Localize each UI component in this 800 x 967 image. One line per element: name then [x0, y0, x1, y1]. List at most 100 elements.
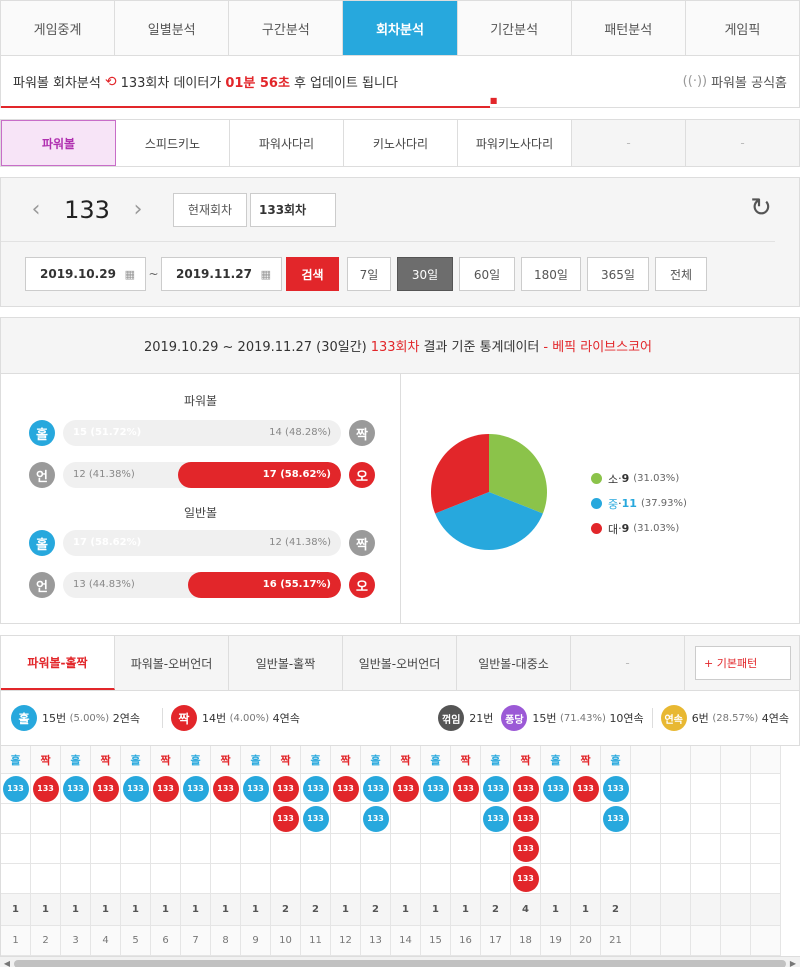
- round-input[interactable]: 133회차: [250, 192, 336, 227]
- grid-cell: [661, 774, 691, 804]
- result-ball: 133: [452, 775, 479, 802]
- game-tab-0[interactable]: 파워볼: [1, 120, 116, 166]
- column-type: 홀: [370, 753, 381, 767]
- right-ratio-label: 14 (48.28%): [269, 427, 331, 438]
- grid-cell: [61, 834, 91, 864]
- grid-cell: 133: [271, 804, 301, 834]
- result-ball: 133: [362, 775, 389, 802]
- column-type: 짝: [40, 753, 51, 767]
- grid-index-cell: 11: [301, 926, 331, 956]
- legend-count: 9: [621, 472, 630, 485]
- grid-count-cell: 2: [271, 894, 301, 926]
- even-streak: 4연속: [272, 712, 300, 725]
- legend-pct: (37.93%): [640, 498, 687, 509]
- column-count: 2: [372, 904, 379, 915]
- grid-count-cell: 1: [121, 894, 151, 926]
- game-tab-4[interactable]: 파워키노사다리: [458, 120, 572, 166]
- scroll-right-icon[interactable]: ▶: [786, 957, 800, 967]
- grid-cell: [151, 834, 181, 864]
- game-tab-5[interactable]: -: [572, 120, 686, 166]
- game-tab-3[interactable]: 키노사다리: [344, 120, 458, 166]
- game-tab-1[interactable]: 스피드키노: [116, 120, 230, 166]
- grid-cell: [571, 804, 601, 834]
- game-tab-6[interactable]: -: [686, 120, 799, 166]
- grid-header-cell: [691, 746, 721, 774]
- current-round-button[interactable]: 현재회차: [173, 192, 247, 227]
- basic-pattern-button[interactable]: + 기본패턴: [695, 646, 791, 680]
- grid-count-cell: 1: [31, 894, 61, 926]
- pattern-tab-2[interactable]: 일반볼-홀짝: [229, 636, 343, 690]
- grid-cell: [661, 864, 691, 894]
- period-button-4[interactable]: 365일: [587, 257, 649, 291]
- column-type: 홀: [610, 753, 621, 767]
- grid-header-cell: 짝: [211, 746, 241, 774]
- scrollbar-thumb[interactable]: [14, 960, 786, 967]
- result-ball: 133: [482, 775, 509, 802]
- grid-cell: [361, 864, 391, 894]
- grid-cell: [1, 804, 31, 834]
- start-date-input[interactable]: 2019.10.29 ▦: [25, 257, 146, 291]
- tab-6[interactable]: 게임픽: [686, 1, 799, 55]
- ratio-bar: 13 (44.83%) 16 (55.17%): [63, 572, 341, 598]
- period-button-0[interactable]: 7일: [347, 257, 391, 291]
- grid-cell: [121, 804, 151, 834]
- grid-index-cell: 1: [1, 926, 31, 956]
- pattern-tab-3[interactable]: 일반볼-오버언더: [343, 636, 457, 690]
- grid-cell: [481, 834, 511, 864]
- pattern-tab-4[interactable]: 일반볼-대중소: [457, 636, 571, 690]
- tab-2[interactable]: 구간분석: [229, 1, 344, 55]
- official-home-link[interactable]: ((·)) 파워볼 공식홈: [683, 72, 787, 91]
- grid-cell: [631, 804, 661, 834]
- tab-0[interactable]: 게임중계: [1, 1, 116, 55]
- end-date-input[interactable]: 2019.11.27 ▦: [161, 257, 282, 291]
- pattern-tab-1[interactable]: 파워볼-오버언더: [115, 636, 229, 690]
- even-pct: (4.00%): [229, 712, 270, 724]
- grid-cell: [691, 774, 721, 804]
- notice-mid: 데이터가: [173, 76, 222, 91]
- tab-1[interactable]: 일별분석: [115, 1, 230, 55]
- refresh-icon[interactable]: ↻: [747, 194, 775, 222]
- horizontal-scrollbar[interactable]: ◀ ▶: [0, 956, 800, 967]
- grid-index-cell: 7: [181, 926, 211, 956]
- grid-index-cell: 13: [361, 926, 391, 956]
- grid-cell: [541, 804, 571, 834]
- grid-cell: 133: [241, 774, 271, 804]
- next-round-button[interactable]: ›: [127, 197, 149, 222]
- grid-index-cell: 21: [601, 926, 631, 956]
- grid-cell: 133: [361, 774, 391, 804]
- progress-marker-icon: ■: [489, 96, 498, 105]
- game-tab-2[interactable]: 파워사다리: [230, 120, 344, 166]
- tab-4[interactable]: 기간분석: [458, 1, 572, 55]
- period-button-5[interactable]: 전체: [655, 257, 707, 291]
- search-button[interactable]: 검색: [286, 257, 339, 291]
- tab-3[interactable]: 회차분석: [343, 1, 458, 55]
- pattern-tab-0[interactable]: 파워볼-홀짝: [1, 636, 115, 690]
- grid-cell: 133: [421, 774, 451, 804]
- pattern-tab-5[interactable]: -: [571, 636, 685, 690]
- grid-cell: [571, 864, 601, 894]
- column-type: 홀: [10, 753, 21, 767]
- column-type: 짝: [280, 753, 291, 767]
- break-icon: 꺾임: [438, 705, 465, 731]
- notice-time: 01분 56초: [225, 76, 290, 91]
- grid-count-cell: 1: [211, 894, 241, 926]
- grid-index-cell: 8: [211, 926, 241, 956]
- period-button-2[interactable]: 60일: [459, 257, 515, 291]
- grid-count-cell: [751, 894, 781, 926]
- grid-header-cell: [631, 746, 661, 774]
- grid-index-cell: [631, 926, 661, 956]
- grid-cell: [451, 804, 481, 834]
- period-button-1[interactable]: 30일: [397, 257, 453, 291]
- grid-cell: 133: [91, 774, 121, 804]
- grid-cell: [121, 834, 151, 864]
- period-button-3[interactable]: 180일: [521, 257, 581, 291]
- column-count: 1: [102, 904, 109, 915]
- legend-label: 중: [608, 497, 619, 511]
- scroll-left-icon[interactable]: ◀: [0, 957, 14, 967]
- column-count: 1: [72, 904, 79, 915]
- prev-round-button[interactable]: ‹: [25, 197, 47, 222]
- grid-cell: [121, 864, 151, 894]
- grid-cell: [391, 804, 421, 834]
- tab-5[interactable]: 패턴분석: [572, 1, 686, 55]
- grid-count-cell: [721, 894, 751, 926]
